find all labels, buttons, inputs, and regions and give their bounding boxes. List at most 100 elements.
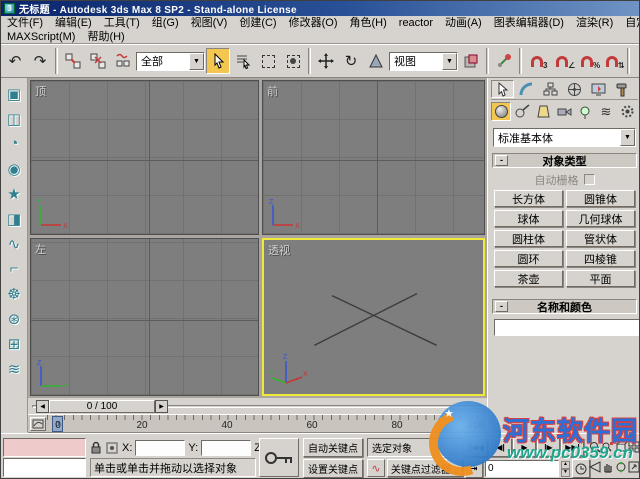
- reactor-toy-car-button[interactable]: ⊞: [3, 331, 25, 356]
- window-crossing-button[interactable]: [281, 48, 305, 74]
- auto-key-button[interactable]: 自动关键点: [303, 438, 363, 457]
- autogrid-checkbox[interactable]: [584, 174, 595, 185]
- previous-frame-button[interactable]: ◀|: [489, 438, 512, 457]
- category-space-warps[interactable]: ≋: [596, 102, 616, 121]
- pyramid-button[interactable]: 四棱锥: [566, 250, 635, 267]
- viewport-top-label[interactable]: 顶: [35, 83, 46, 99]
- tab-create[interactable]: [491, 80, 514, 98]
- frame-spinner[interactable]: ▲ ▼: [561, 461, 570, 477]
- menu-create[interactable]: 创建(C): [233, 16, 282, 30]
- reactor-hinge-button[interactable]: ⌐: [3, 256, 25, 281]
- absolute-offset-icon[interactable]: [105, 441, 119, 455]
- tab-modify[interactable]: [515, 80, 538, 98]
- cylinder-button[interactable]: 圆柱体: [494, 230, 563, 247]
- zoom-all-button[interactable]: [601, 437, 614, 457]
- reactor-spring-button[interactable]: ∿: [3, 231, 25, 256]
- y-coordinate-input[interactable]: [201, 440, 251, 456]
- default-in-out-tangents-button[interactable]: ∿: [367, 459, 385, 477]
- reference-coordsys-dropdown[interactable]: 视图 ▼: [389, 52, 458, 71]
- menu-customize[interactable]: 自定义(U): [619, 16, 640, 30]
- percent-snap-button[interactable]: %: [575, 48, 599, 74]
- reactor-wind-button[interactable]: ⊛: [3, 306, 25, 331]
- named-selection-sets-button[interactable]: {: [633, 48, 640, 74]
- menu-help[interactable]: 帮助(H): [81, 30, 130, 44]
- chevron-down-icon[interactable]: ▼: [189, 53, 204, 70]
- menu-character[interactable]: 角色(H): [344, 16, 393, 30]
- tab-display[interactable]: [587, 80, 610, 98]
- geosphere-button[interactable]: 几何球体: [566, 210, 635, 227]
- set-keys-button[interactable]: [259, 438, 299, 477]
- menu-maxscript[interactable]: MAXScript(M): [1, 30, 81, 44]
- chevron-down-icon[interactable]: ▼: [442, 53, 457, 70]
- time-slider-value[interactable]: 0 / 100: [49, 400, 155, 413]
- go-to-end-button[interactable]: ▶▶|: [561, 438, 584, 457]
- open-mini-curve-editor-button[interactable]: [30, 417, 46, 431]
- teapot-button[interactable]: 茶壶: [494, 270, 563, 287]
- select-and-rotate-button[interactable]: ↻: [339, 48, 363, 74]
- menu-modifiers[interactable]: 修改器(O): [283, 16, 344, 30]
- time-slider-next-button[interactable]: ▶: [155, 400, 168, 413]
- viewport-front[interactable]: 前 ZX: [262, 80, 485, 235]
- zoom-button[interactable]: [588, 437, 601, 457]
- key-mode-toggle-button[interactable]: ⇥: [465, 459, 483, 478]
- current-frame-input[interactable]: [485, 460, 559, 477]
- selection-filter-dropdown[interactable]: 全部 ▼: [136, 52, 205, 71]
- menu-edit[interactable]: 编辑(E): [49, 16, 98, 30]
- soft-body-collection-button[interactable]: ◔: [3, 131, 25, 156]
- sphere-button[interactable]: 球体: [494, 210, 563, 227]
- play-button[interactable]: ▶: [513, 438, 536, 457]
- box-button[interactable]: 长方体: [494, 190, 563, 207]
- time-slider-prev-button[interactable]: ◀: [36, 400, 49, 413]
- category-geometry[interactable]: [491, 102, 511, 121]
- rope-collection-button[interactable]: ◉: [3, 156, 25, 181]
- viewport-perspective[interactable]: 透视 ZXY: [262, 238, 485, 396]
- selection-set-dropdown[interactable]: 选定对象: [367, 438, 461, 457]
- plane-button[interactable]: 平面: [566, 270, 635, 287]
- snap-toggle-button[interactable]: 3: [525, 48, 549, 74]
- field-of-view-button[interactable]: [588, 457, 601, 477]
- torus-button[interactable]: 圆环: [494, 250, 563, 267]
- reactor-plane-button[interactable]: ◨: [3, 206, 25, 231]
- set-key-button[interactable]: 设置关键点: [303, 459, 363, 478]
- select-object-button[interactable]: [206, 48, 230, 74]
- min-max-toggle-button[interactable]: [627, 457, 640, 477]
- zoom-extents-button[interactable]: [614, 437, 627, 457]
- zoom-extents-all-button[interactable]: [627, 437, 640, 457]
- rigid-body-collection-button[interactable]: ▣: [3, 81, 25, 106]
- object-type-rollout-header[interactable]: - 对象类型: [492, 153, 637, 168]
- reactor-motor-button[interactable]: ☸: [3, 281, 25, 306]
- object-name-input[interactable]: [494, 319, 640, 336]
- maxscript-mini-listener-pink[interactable]: [3, 438, 86, 457]
- menu-rendering[interactable]: 渲染(R): [570, 16, 619, 30]
- selection-lock-icon[interactable]: [90, 441, 102, 455]
- cone-button[interactable]: 圆锥体: [566, 190, 635, 207]
- menu-views[interactable]: 视图(V): [185, 16, 234, 30]
- menu-group[interactable]: 组(G): [146, 16, 185, 30]
- category-lights[interactable]: [533, 102, 553, 121]
- category-cameras[interactable]: [554, 102, 574, 121]
- menu-file[interactable]: 文件(F): [1, 16, 49, 30]
- category-helpers[interactable]: [575, 102, 595, 121]
- next-frame-button[interactable]: |▶: [537, 438, 560, 457]
- bind-to-space-warp-button[interactable]: [111, 48, 135, 74]
- tab-utilities[interactable]: [611, 80, 634, 98]
- tube-button[interactable]: 管状体: [566, 230, 635, 247]
- viewport-left[interactable]: 左 ZY: [30, 238, 259, 396]
- menu-reactor[interactable]: reactor: [393, 16, 439, 30]
- cloth-collection-button[interactable]: ◫: [3, 106, 25, 131]
- spinner-snap-button[interactable]: ⇅: [600, 48, 624, 74]
- go-to-start-button[interactable]: |◀◀: [465, 438, 488, 457]
- category-shapes[interactable]: [512, 102, 532, 121]
- redo-button[interactable]: ↷: [28, 48, 52, 74]
- maxscript-mini-listener-white[interactable]: [3, 458, 86, 477]
- chevron-down-icon[interactable]: ▼: [620, 129, 635, 146]
- key-filters-button[interactable]: 关键点过滤器...: [387, 459, 463, 477]
- viewport-left-label[interactable]: 左: [35, 241, 46, 257]
- deforming-mesh-button[interactable]: ★: [3, 181, 25, 206]
- select-and-link-button[interactable]: [61, 48, 85, 74]
- title-bar[interactable]: 3 无标题 - Autodesk 3ds Max 8 SP2 - Stand-a…: [1, 1, 640, 16]
- select-and-manipulate-button[interactable]: [492, 48, 516, 74]
- menu-graph-editors[interactable]: 图表编辑器(D): [488, 16, 570, 30]
- arc-rotate-button[interactable]: [614, 457, 627, 477]
- pan-button[interactable]: [601, 457, 614, 477]
